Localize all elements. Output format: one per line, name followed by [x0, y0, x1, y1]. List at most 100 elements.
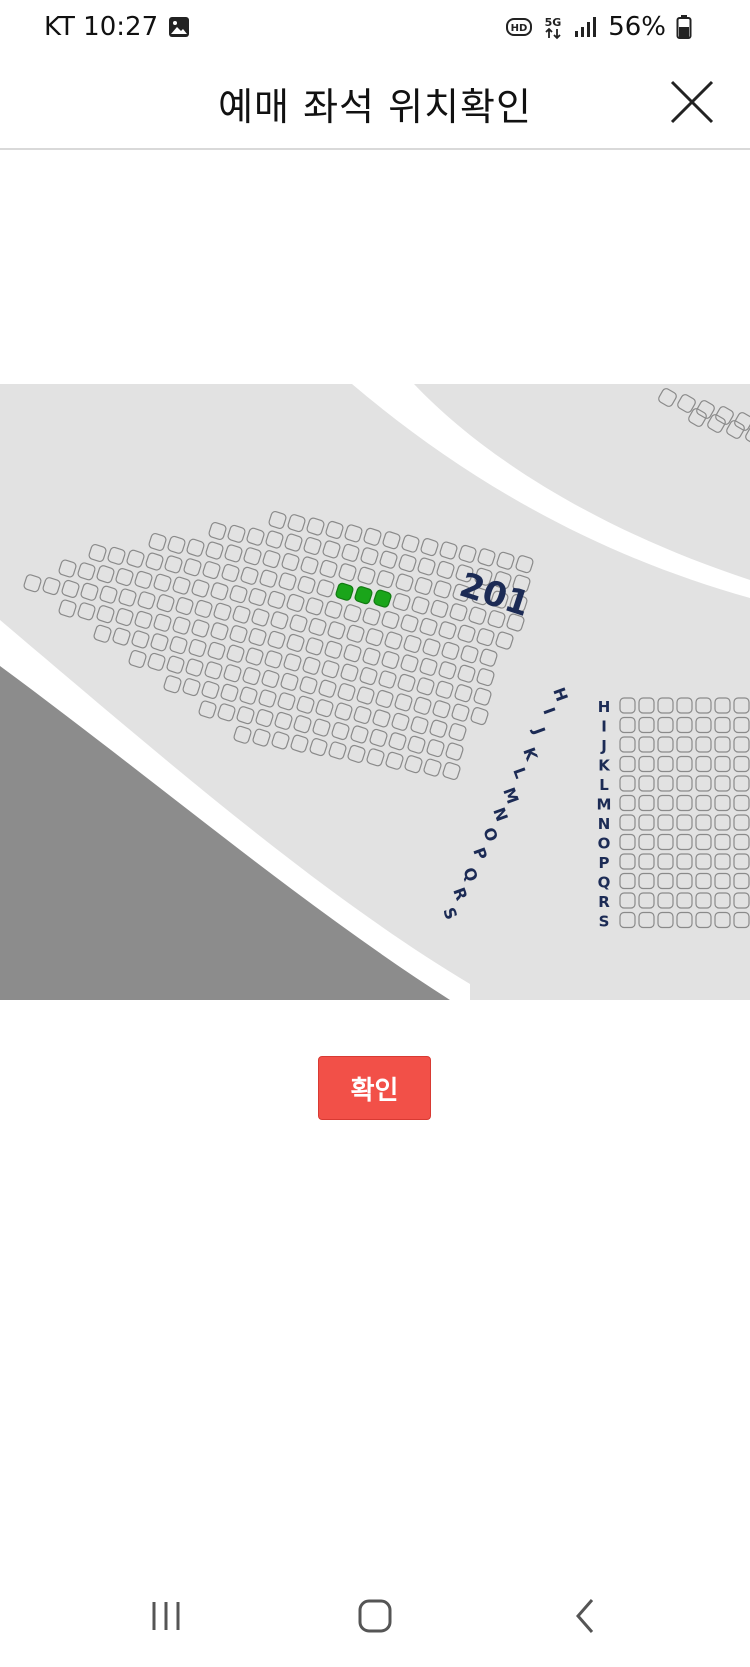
seat: [220, 683, 239, 702]
seat: [182, 678, 201, 697]
5g-icon: 5G: [545, 16, 562, 40]
seat: [733, 833, 750, 851]
seat: [400, 614, 419, 633]
seat: [657, 833, 674, 851]
seat: [619, 716, 636, 734]
row-label: I: [539, 705, 559, 717]
seat: [264, 650, 283, 669]
row-label: H: [549, 685, 571, 704]
seat: [153, 573, 172, 592]
seat: [248, 627, 267, 647]
seat: [422, 638, 441, 657]
seat: [278, 572, 297, 591]
seat: [77, 602, 96, 621]
seat: [268, 510, 287, 530]
seat: [315, 699, 334, 718]
seat: [477, 548, 496, 567]
seat: [346, 624, 365, 643]
seat: [217, 703, 236, 722]
section-label: 201: [455, 565, 535, 625]
seat: [213, 602, 232, 621]
seat: [99, 585, 118, 604]
seat: [695, 716, 712, 734]
row-label: H: [598, 698, 611, 716]
seat: [379, 550, 398, 569]
seat: [321, 660, 340, 679]
seat: [619, 794, 636, 812]
seat: [657, 892, 674, 909]
seat: [331, 722, 350, 741]
seat: [745, 426, 750, 445]
seat: [242, 667, 261, 686]
seat: [208, 521, 227, 541]
page-title: 예매 좌석 위치확인: [218, 85, 532, 129]
seat: [362, 607, 381, 626]
seat: [676, 911, 693, 929]
seat: [619, 697, 636, 714]
row-label: P: [599, 854, 610, 872]
seat: [676, 814, 693, 831]
seat: [714, 716, 731, 734]
seat: [658, 388, 677, 407]
seat: [194, 599, 213, 618]
back-icon[interactable]: [556, 1586, 616, 1646]
seat: [657, 697, 674, 714]
row-label: R: [598, 893, 610, 911]
seat: [426, 739, 445, 758]
seat: [442, 762, 461, 781]
row-label: P: [469, 845, 491, 863]
seat: [676, 716, 693, 734]
seat-map: HIJKLMNOPQRS HIJKLMNOPQRS 201: [0, 384, 750, 1000]
row-label: N: [489, 805, 511, 824]
seat: [324, 640, 343, 659]
seat: [338, 563, 357, 582]
seat: [131, 630, 150, 649]
seat: [638, 736, 655, 753]
seat: [388, 732, 407, 751]
seat: [638, 872, 655, 890]
seat: [96, 605, 115, 624]
seat: [88, 543, 107, 563]
seat: [305, 637, 324, 656]
row-label: S: [439, 905, 461, 922]
seat: [271, 731, 290, 750]
seat: [714, 775, 731, 792]
seat: [334, 702, 353, 721]
seat: [107, 546, 126, 565]
seat: [305, 597, 324, 616]
seat: [58, 559, 77, 578]
seat: [714, 736, 731, 753]
seat: [232, 605, 251, 624]
seat: [343, 604, 362, 623]
seat: [112, 627, 131, 646]
seat: [335, 582, 354, 601]
home-icon[interactable]: [345, 1586, 405, 1646]
seat: [438, 661, 457, 680]
seat: [439, 541, 458, 560]
seat: [451, 703, 470, 722]
seat: [638, 892, 655, 909]
seat: [166, 655, 185, 674]
seat: [733, 892, 750, 909]
seat: [733, 736, 750, 753]
seat: [185, 658, 204, 677]
seat: [365, 628, 384, 647]
seat: [657, 755, 674, 773]
seat: [284, 533, 303, 552]
recent-apps-icon[interactable]: [136, 1586, 196, 1646]
seat: [695, 911, 712, 929]
seat: [454, 684, 473, 703]
seat: [248, 587, 267, 607]
svg-text:HD: HD: [511, 23, 528, 34]
seat: [96, 565, 115, 584]
seat: [325, 520, 344, 539]
seat: [115, 568, 134, 587]
seat: [118, 588, 137, 607]
seat: [473, 687, 492, 706]
seat: [308, 617, 327, 636]
close-icon[interactable]: [664, 74, 720, 130]
confirm-button[interactable]: 확인: [318, 1056, 431, 1120]
seat: [657, 872, 674, 890]
seat: [261, 669, 280, 688]
seat: [410, 716, 429, 735]
